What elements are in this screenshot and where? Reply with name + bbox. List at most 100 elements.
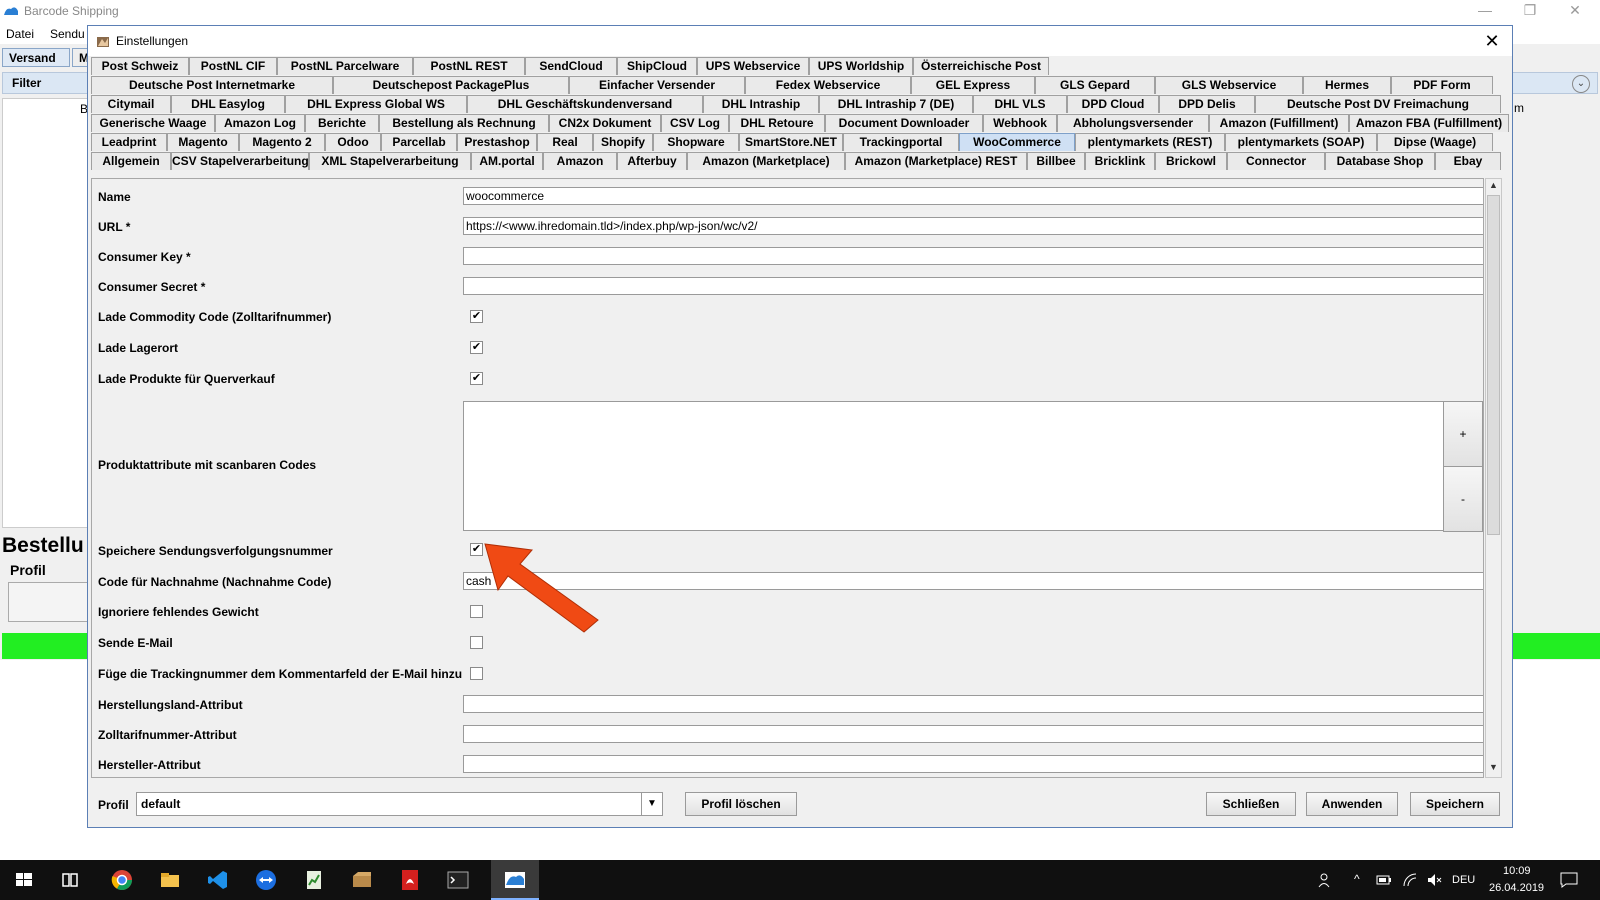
tab-dhl-retoure[interactable]: DHL Retoure (729, 114, 825, 132)
commodity-code-checkbox[interactable]: ✔ (470, 310, 483, 323)
file-explorer-icon[interactable] (158, 868, 182, 892)
tab-dhl-intraship-7-de[interactable]: DHL Intraship 7 (DE) (819, 95, 973, 113)
tab-xml-stapelverarbeitung[interactable]: XML Stapelverarbeitung (309, 152, 471, 170)
chevron-down-icon[interactable]: ▼ (641, 793, 662, 815)
close-button[interactable]: Schließen (1206, 792, 1296, 816)
tab-gls-gepard[interactable]: GLS Gepard (1035, 76, 1155, 94)
tab-dipse-waage[interactable]: Dipse (Waage) (1377, 133, 1493, 151)
tab-smartstore-net[interactable]: SmartStore.NET (739, 133, 843, 151)
tab-fedex-webservice[interactable]: Fedex Webservice (745, 76, 911, 94)
scrollbar-thumb[interactable] (1487, 195, 1500, 535)
terminal-icon[interactable] (446, 868, 470, 892)
tab-connector[interactable]: Connector (1227, 152, 1325, 170)
product-attributes-list[interactable] (463, 401, 1444, 531)
tab-document-downloader[interactable]: Document Downloader (825, 114, 983, 132)
tab-dhl-geschäftskundenversand[interactable]: DHL Geschäftskundenversand (467, 95, 703, 113)
tab-csv-stapelverarbeitung[interactable]: CSV Stapelverarbeitung (171, 152, 309, 170)
tab-ups-worldship[interactable]: UPS Worldship (809, 57, 913, 75)
barcode-shipping-icon[interactable] (503, 868, 527, 892)
clock-time[interactable]: 10:09 (1503, 865, 1531, 877)
package-icon[interactable] (350, 868, 374, 892)
chrome-icon[interactable] (110, 868, 134, 892)
tray-expand-icon[interactable]: ^ (1354, 872, 1360, 886)
consumer-secret-input[interactable] (463, 277, 1483, 295)
tab-am-portal[interactable]: AM.portal (471, 152, 543, 170)
tab-bestellung-als-rechnung[interactable]: Bestellung als Rechnung (379, 114, 549, 132)
tab-dhl-vls[interactable]: DHL VLS (973, 95, 1067, 113)
tab-plentymarkets-soap[interactable]: plentymarkets (SOAP) (1225, 133, 1377, 151)
tab-afterbuy[interactable]: Afterbuy (617, 152, 687, 170)
tab-deutsche-post-dv-freimachung[interactable]: Deutsche Post DV Freimachung (1255, 95, 1501, 113)
manufacturer-attribute-input[interactable] (463, 755, 1483, 773)
tab-csv-log[interactable]: CSV Log (661, 114, 729, 132)
tab-plentymarkets-rest[interactable]: plentymarkets (REST) (1075, 133, 1225, 151)
send-email-checkbox[interactable] (470, 636, 483, 649)
tab-dhl-intraship[interactable]: DHL Intraship (703, 95, 819, 113)
chevron-down-icon[interactable]: ⌄ (1572, 75, 1590, 93)
language-indicator[interactable]: DEU (1452, 874, 1475, 886)
tab-gel-express[interactable]: GEL Express (911, 76, 1035, 94)
tab-gls-webservice[interactable]: GLS Webservice (1155, 76, 1303, 94)
app-close-icon[interactable]: ✕ (1560, 2, 1590, 22)
lagerort-checkbox[interactable]: ✔ (470, 341, 483, 354)
tab-shopware[interactable]: Shopware (653, 133, 739, 151)
tab-magento[interactable]: Magento (167, 133, 239, 151)
profile-select[interactable]: default ▼ (136, 792, 663, 816)
tab-ups-webservice[interactable]: UPS Webservice (697, 57, 809, 75)
add-attribute-button[interactable]: + (1443, 401, 1483, 467)
tab-leadprint[interactable]: Leadprint (91, 133, 167, 151)
tab-postnl-cif[interactable]: PostNL CIF (189, 57, 277, 75)
scroll-down-icon[interactable]: ▼ (1488, 762, 1499, 772)
menu-datei[interactable]: Datei (6, 27, 34, 41)
speaker-muted-icon[interactable] (1426, 872, 1442, 888)
tab-deutschepost-packageplus[interactable]: Deutschepost PackagePlus (333, 76, 569, 94)
pdf-icon[interactable] (398, 868, 422, 892)
tab-parcellab[interactable]: Parcellab (381, 133, 457, 151)
tab-abholungsversender[interactable]: Abholungsversender (1057, 114, 1209, 132)
tab-amazon-marketplace[interactable]: Amazon (Marketplace) (687, 152, 845, 170)
tab-hermes[interactable]: Hermes (1303, 76, 1391, 94)
menu-sendung[interactable]: Sendu (50, 27, 85, 41)
tab-shipcloud[interactable]: ShipCloud (617, 57, 697, 75)
tab-billbee[interactable]: Billbee (1027, 152, 1085, 170)
tab-berichte[interactable]: Berichte (305, 114, 379, 132)
save-button[interactable]: Speichern (1410, 792, 1500, 816)
tab-dhl-easylog[interactable]: DHL Easylog (171, 95, 285, 113)
apply-button[interactable]: Anwenden (1306, 792, 1398, 816)
tab-pdf-form[interactable]: PDF Form (1391, 76, 1493, 94)
tab-prestashop[interactable]: Prestashop (457, 133, 537, 151)
teamviewer-icon[interactable] (254, 868, 278, 892)
tab-magento-2[interactable]: Magento 2 (239, 133, 325, 151)
notification-icon[interactable] (1560, 872, 1578, 888)
tab-postnl-parcelware[interactable]: PostNL Parcelware (277, 57, 413, 75)
tab-bricklink[interactable]: Bricklink (1085, 152, 1155, 170)
form-scrollbar[interactable]: ▲ ▼ (1485, 178, 1502, 778)
tab-einfacher-versender[interactable]: Einfacher Versender (569, 76, 745, 94)
tab-shopify[interactable]: Shopify (593, 133, 653, 151)
spreadsheet-icon[interactable] (302, 868, 326, 892)
tab-database-shop[interactable]: Database Shop (1325, 152, 1435, 170)
tab-odoo[interactable]: Odoo (325, 133, 381, 151)
tab-ebay[interactable]: Ebay (1435, 152, 1501, 170)
tab-citymail[interactable]: Citymail (91, 95, 171, 113)
delete-profile-button[interactable]: Profil löschen (685, 792, 797, 816)
tab-postnl-rest[interactable]: PostNL REST (413, 57, 525, 75)
tab-brickowl[interactable]: Brickowl (1155, 152, 1227, 170)
tab-amazon-fulfillment[interactable]: Amazon (Fulfillment) (1209, 114, 1349, 132)
tab-webhook[interactable]: Webhook (983, 114, 1057, 132)
tab-amazon[interactable]: Amazon (543, 152, 617, 170)
tab-trackingportal[interactable]: Trackingportal (843, 133, 959, 151)
filter-label[interactable]: Filter (12, 76, 41, 90)
tab-sendcloud[interactable]: SendCloud (525, 57, 617, 75)
dialog-close-icon[interactable]: ✕ (1480, 29, 1504, 53)
minimize-icon[interactable]: — (1470, 2, 1500, 22)
wifi-icon[interactable] (1402, 872, 1418, 888)
vscode-icon[interactable] (206, 868, 230, 892)
people-icon[interactable] (1318, 872, 1334, 888)
tab-post-schweiz[interactable]: Post Schweiz (91, 57, 189, 75)
tab-generische-waage[interactable]: Generische Waage (91, 114, 215, 132)
tab-dhl-express-global-ws[interactable]: DHL Express Global WS (285, 95, 467, 113)
task-view-icon[interactable] (58, 868, 82, 892)
tab-deutsche-post-internetmarke[interactable]: Deutsche Post Internetmarke (91, 76, 333, 94)
tab-woocommerce[interactable]: WooCommerce (959, 133, 1075, 151)
